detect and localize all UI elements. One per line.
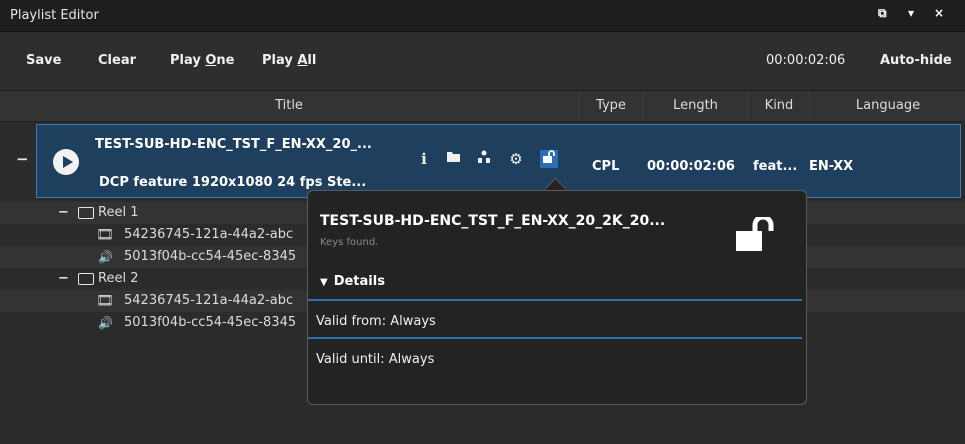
film-icon: 🎞 [96,293,114,309]
asset-id: 5013f04b-cc54-45ec-8345 [124,249,297,264]
toolbar: Save Clear Play One Play All 00:00:02:06… [0,32,965,91]
column-type[interactable]: Type [578,91,643,121]
gear-icon[interactable]: ⚙ [507,150,525,168]
reel-label: Reel 2 [98,271,139,286]
playlist-duration: 00:00:02:06 [766,53,846,68]
play-one-mnemonic: O [205,53,217,68]
play-icon[interactable] [53,149,79,175]
speaker-icon: 🔊 [98,316,113,330]
collapse-playlist-icon[interactable]: − [16,150,29,168]
window-titlebar: Playlist Editor ⧉ ▾ × [0,0,965,32]
asset-id: 54236745-121a-44a2-abc [124,227,294,242]
unlock-icon[interactable] [540,150,558,168]
play-one-button[interactable]: Play One [170,53,235,68]
reel-label: Reel 1 [98,205,139,220]
valid-from-row: Valid from: Always [316,314,436,329]
valid-until-row: Valid until: Always [316,352,434,367]
collapse-reel-icon[interactable]: − [58,268,69,290]
info-icon[interactable]: ℹ [415,150,433,168]
column-title[interactable]: Title [0,91,578,121]
play-one-suffix: ne [216,53,235,68]
auto-hide-button[interactable]: Auto-hide [880,53,952,68]
playlist-entry-details: DCP feature 1920x1080 24 fps Ste... [99,175,367,190]
play-all-button[interactable]: Play All [262,53,316,68]
close-icon[interactable]: × [934,6,944,20]
play-all-mnemonic: A [297,53,308,68]
chevron-down-icon[interactable]: ▾ [908,6,914,20]
details-label: Details [333,274,385,289]
speaker-icon: 🔊 [98,250,113,264]
valid-from-value: Always [390,314,436,329]
folder-icon [78,207,94,219]
details-toggle[interactable]: ▼ Details [320,274,385,289]
keys-status: Keys found. [320,237,379,248]
float-window-icon[interactable]: ⧉ [878,6,887,21]
film-icon: 🎞 [96,227,114,243]
column-kind[interactable]: Kind [747,91,810,121]
folder-icon [78,273,94,285]
playlist-entry-row[interactable]: TEST-SUB-HD-ENC_TST_F_EN-XX_20_... DCP f… [36,124,961,198]
play-all-prefix: Play [262,53,298,68]
column-header: Title Type Length Kind Language [0,91,965,122]
valid-until-label: Valid until: [316,352,385,367]
play-all-suffix: ll [307,53,317,68]
playlist-entry-type: CPL [592,159,620,174]
window-title: Playlist Editor [10,8,99,23]
playlist-entry-language: EN-XX [809,159,854,174]
details-divider [308,299,802,301]
play-one-prefix: Play [170,53,206,68]
column-language[interactable]: Language [809,91,965,121]
save-button[interactable]: Save [26,53,61,68]
folder-open-icon[interactable] [445,150,463,168]
caret-down-icon: ▼ [320,277,328,288]
asset-id: 54236745-121a-44a2-abc [124,293,294,308]
valid-from-label: Valid from: [316,314,387,329]
playlist-entry-length: 00:00:02:06 [647,159,735,174]
unlock-icon [736,217,774,251]
clear-button[interactable]: Clear [98,53,136,68]
asset-id: 5013f04b-cc54-45ec-8345 [124,315,297,330]
valid-until-value: Always [388,352,435,367]
sitemap-icon[interactable] [475,150,493,168]
details-divider [308,337,802,339]
collapse-reel-icon[interactable]: − [58,202,69,224]
column-length[interactable]: Length [642,91,748,121]
popover-title: TEST-SUB-HD-ENC_TST_F_EN-XX_20_2K_20... [320,213,666,229]
keys-popover: TEST-SUB-HD-ENC_TST_F_EN-XX_20_2K_20... … [307,190,807,405]
playlist-entry-kind: feat... [753,159,798,174]
playlist-entry-title: TEST-SUB-HD-ENC_TST_F_EN-XX_20_... [95,137,372,152]
